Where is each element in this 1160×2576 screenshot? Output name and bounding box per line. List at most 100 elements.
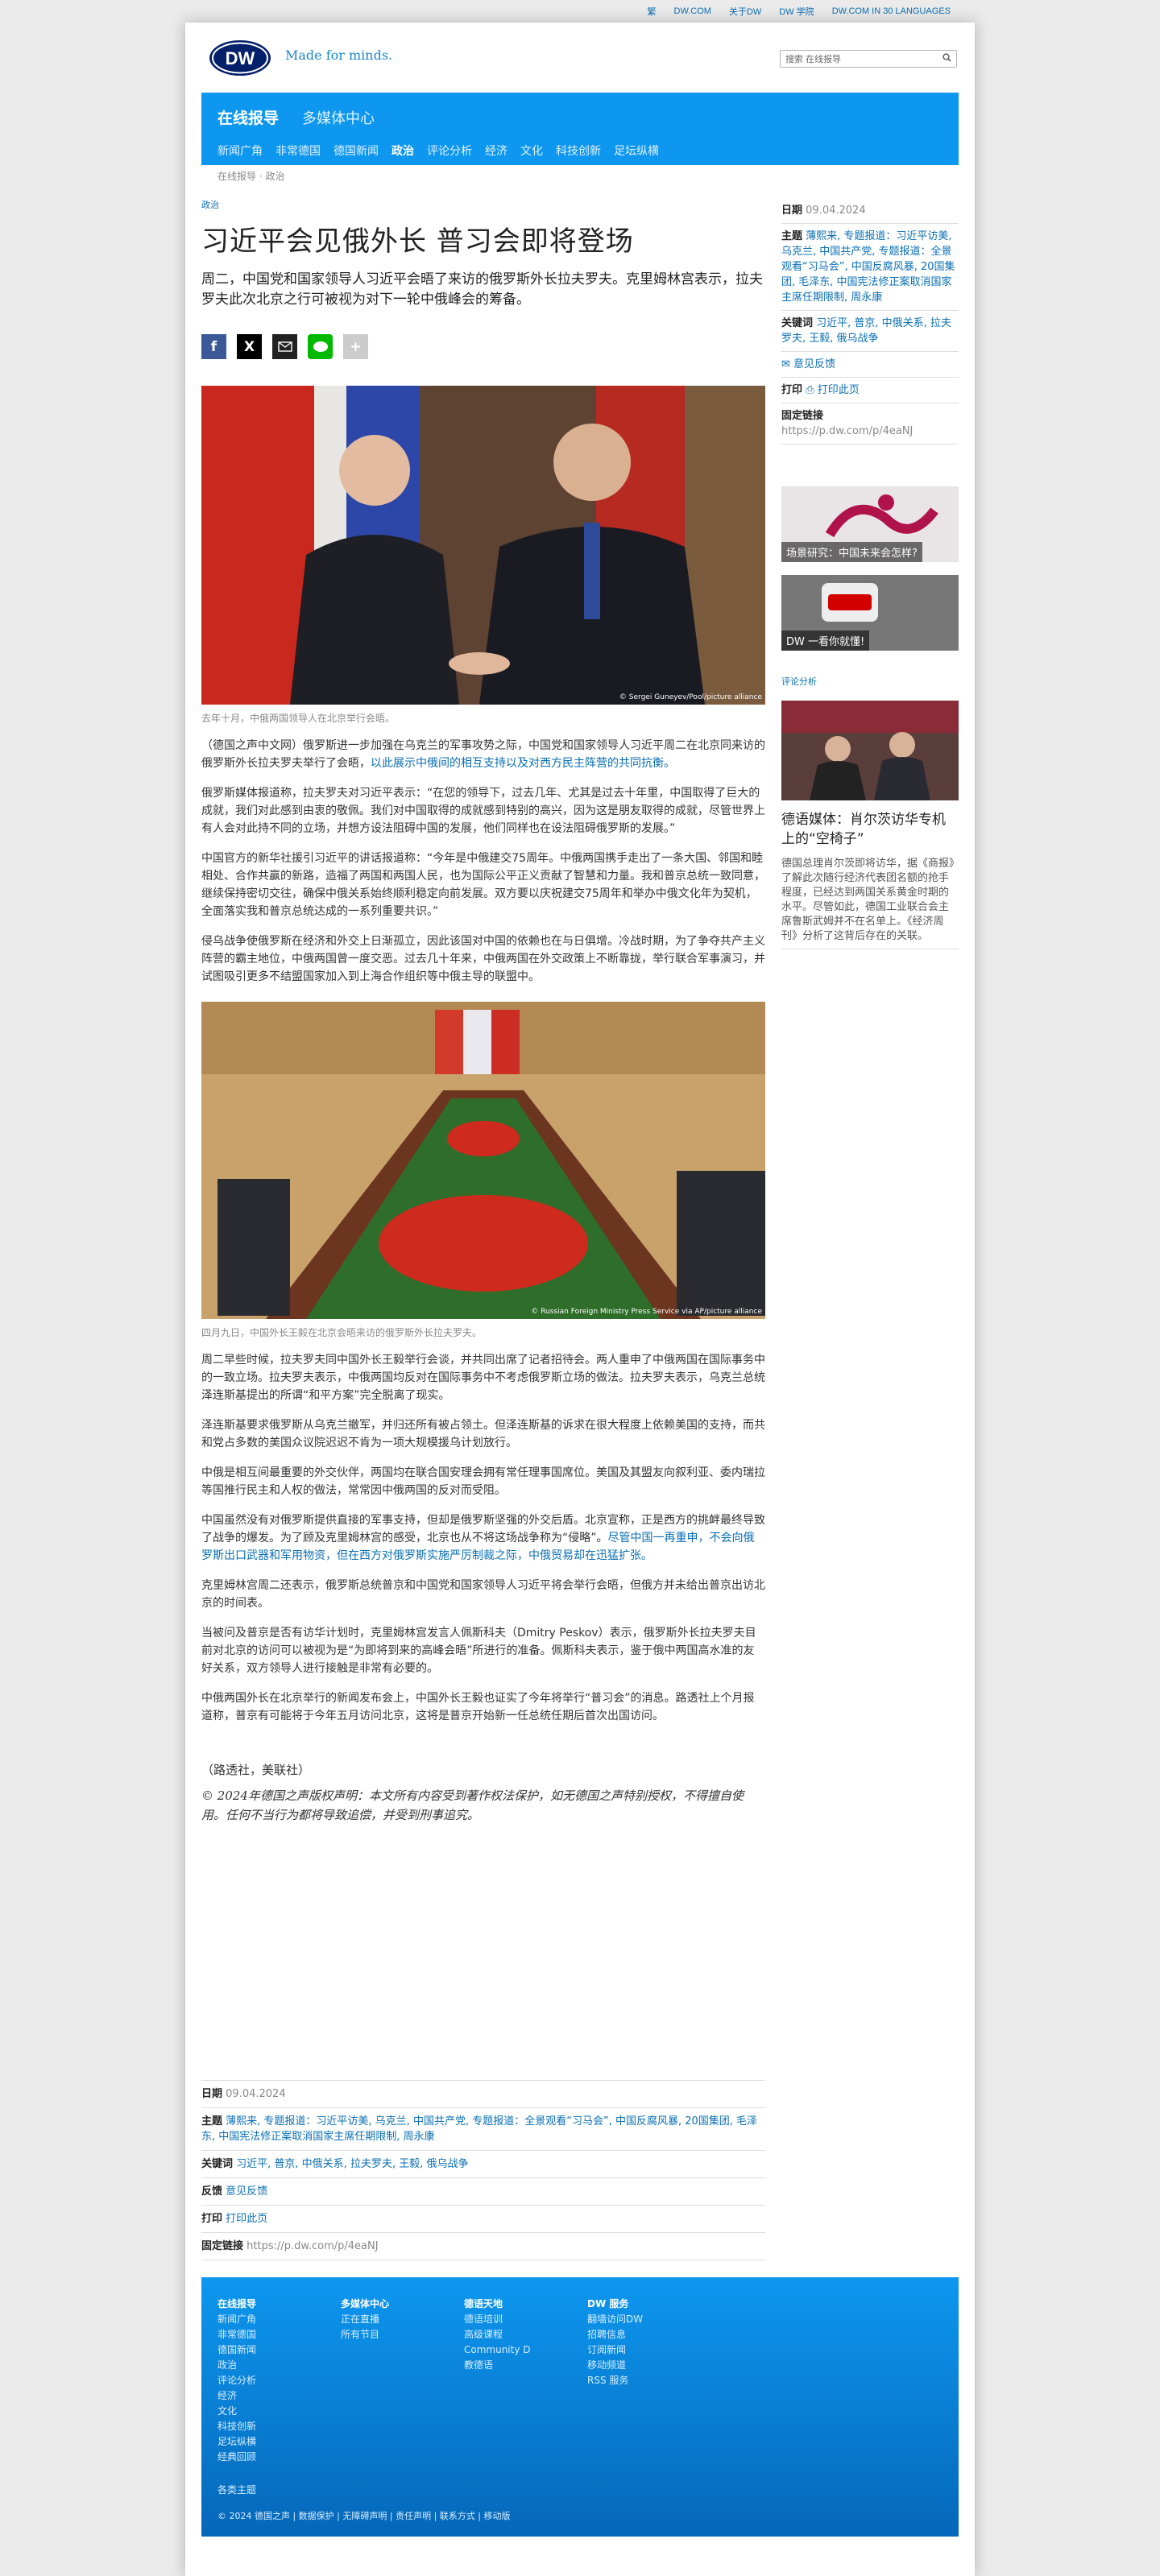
print-link[interactable]: 打印此页 [226, 2213, 267, 2225]
x-icon[interactable]: X [237, 334, 262, 359]
subnav-item[interactable]: 非常德国 [276, 143, 321, 159]
paragraph: （德国之声中文网）俄罗斯进一步加强在乌克兰的军事攻势之际，中国党和国家领导人习近… [201, 737, 765, 772]
footer-link[interactable]: 德语培训 [464, 2312, 531, 2327]
subnav-item[interactable]: 新闻广角 [218, 143, 263, 159]
copyright-notice: © 2024年德国之声版权声明：本文所有内容受到著作权法保护，如无德国之声特别授… [201, 1788, 744, 1822]
dw-logo[interactable]: DW [208, 39, 272, 77]
footer-link[interactable]: 科技创新 [218, 2419, 256, 2434]
nav-online-reports[interactable]: 在线报导 [218, 106, 279, 128]
dw-com-link[interactable]: DW.COM [674, 6, 711, 16]
footer-col-service: DW 服务 翻墙访问DW 招聘信息 订阅新闻 移动频道 RSS 服务 [587, 2297, 643, 2388]
side-permalink-value[interactable]: https://p.dw.com/p/4eaNJ [781, 425, 913, 437]
paragraph: 当被问及普京是否有访华计划时，克里姆林宫发言人佩斯科夫（Dmitry Pesko… [201, 1627, 756, 1675]
footer-link[interactable]: 新闻广角 [218, 2312, 256, 2327]
top-utility-bar: 繁 DW.COM 关于DW DW 学院 DW.COM IN 30 LANGUAG… [185, 0, 959, 23]
share-bar: f X + [201, 334, 765, 359]
footer-link[interactable]: 正在直播 [341, 2312, 389, 2327]
svg-text:DW: DW [226, 48, 255, 68]
paragraph: 周二早些时候，拉夫罗夫同中国外长王毅举行会谈，并共同出席了记者招待会。两人重申了… [201, 1354, 765, 1402]
permalink-value[interactable]: https://p.dw.com/p/4eaNJ [246, 2240, 378, 2252]
footer-link[interactable]: 评论分析 [218, 2373, 256, 2388]
subnav-item[interactable]: 评论分析 [427, 143, 472, 159]
facebook-icon[interactable]: f [201, 334, 226, 359]
dw-academy-link[interactable]: DW 学院 [779, 5, 814, 18]
footer-link[interactable]: 招聘信息 [587, 2327, 643, 2342]
photo-credit: © Russian Foreign Ministry Press Service… [531, 1308, 762, 1316]
thumb-label: 场景研究：中国未来会怎样? [781, 542, 922, 562]
footer-col-multimedia: 多媒体中心 正在直播 所有节目 [341, 2297, 389, 2342]
photo-caption: 去年十月，中俄两国领导人在北京举行会晤。 [201, 713, 396, 724]
main-nav: 在线报导 多媒体中心 新闻广角 非常德国 德国新闻 政治 评论分析 经济 文化 … [201, 93, 959, 165]
plus-icon[interactable]: + [343, 334, 368, 359]
subnav-item[interactable]: 科技创新 [556, 143, 601, 159]
lang-traditional-link[interactable]: 繁 [648, 5, 657, 18]
meta-keywords: 关键词 习近平, 普京, 中俄关系, 拉夫罗夫, 王毅, 俄乌战争 [201, 2150, 765, 2177]
footer-link[interactable]: 经典回顾 [218, 2450, 256, 2465]
footer-link[interactable]: 非常德国 [218, 2327, 256, 2342]
footer-link[interactable]: 教德语 [464, 2358, 531, 2373]
line-icon[interactable] [308, 334, 333, 359]
footer-link[interactable]: 足坛纵横 [218, 2434, 256, 2450]
sidebar: 日期 09.04.2024 主题 薄熙来, 专题报道：习近平访美, 乌克兰, 中… [781, 198, 959, 949]
paragraph: 克里姆林宫周二还表示，俄罗斯总统普京和中国党和国家领导人习近平将会举行会晤，但俄… [201, 1579, 765, 1610]
feedback-link[interactable]: 意见反馈 [226, 2185, 267, 2198]
search-input[interactable]: 搜索 在线报导 [780, 50, 957, 68]
article-body: （德国之声中文网）俄罗斯进一步加强在乌克兰的军事攻势之际，中国党和国家领导人习近… [201, 737, 765, 986]
paragraph: 泽连斯基要求俄罗斯从乌克兰撤军，并归还所有被占领土。但泽连斯基的诉求在很大程度上… [201, 1419, 765, 1449]
inline-link[interactable]: 以此展示中俄间的相互支持以及对西方民主阵营的共同抗衡。 [371, 757, 675, 770]
footer-link[interactable]: 翻墙访问DW [587, 2312, 643, 2327]
paragraph: 中俄两国外长在北京举行的新闻发布会上，中国外长王毅也证实了今年将举行“普习会”的… [201, 1692, 755, 1722]
footer-link[interactable]: 经济 [218, 2388, 256, 2404]
subnav-item[interactable]: 文化 [520, 143, 543, 159]
footer-link[interactable]: 移动频道 [587, 2358, 643, 2373]
footer-link[interactable]: 高级课程 [464, 2327, 531, 2342]
article-category[interactable]: 政治 [201, 198, 765, 211]
footer-link[interactable]: 文化 [218, 2404, 256, 2419]
footer-link[interactable]: Community D [464, 2342, 531, 2358]
side-topic-links[interactable]: 薄熙来, 专题报道：习近平访美, 乌克兰, 中国共产党, 专题报道：全景观看“习… [781, 230, 955, 304]
footer-col-online: 在线报导 新闻广角 非常德国 德国新闻 政治 评论分析 经济 文化 科技创新 足… [218, 2297, 256, 2498]
thumb-dw-explained[interactable]: DW 一看你就懂! [781, 575, 959, 651]
photo-meeting: © Russian Foreign Ministry Press Service… [201, 1002, 765, 1319]
side-feedback-link[interactable]: 意见反馈 [793, 358, 835, 370]
topic-links[interactable]: 薄熙来, 专题报道：习近平访美, 乌克兰, 中国共产党, 专题报道：全景观看“习… [201, 2115, 757, 2143]
languages-link[interactable]: DW.COM IN 30 LANGUAGES [832, 6, 951, 16]
article-meta: 日期 09.04.2024 主题 薄熙来, 专题报道：习近平访美, 乌克兰, 中… [201, 2080, 765, 2260]
article: 政治 习近平会见俄外长 普习会即将登场 周二，中国党和国家领导人习近平会晤了来访… [201, 198, 765, 1825]
slogan: Made for minds. [285, 48, 393, 63]
side-date: 日期 09.04.2024 [781, 205, 866, 217]
analysis-label[interactable]: 评论分析 [781, 675, 959, 688]
subnav-item[interactable]: 德国新闻 [334, 143, 379, 159]
subnav-item[interactable]: 足坛纵横 [614, 143, 659, 159]
subnav-item[interactable]: 经济 [485, 143, 508, 159]
meta-permalink: 固定链接 https://p.dw.com/p/4eaNJ [201, 2232, 765, 2260]
footer-link[interactable]: 政治 [218, 2358, 256, 2373]
search-placeholder: 搜索 在线报导 [785, 55, 842, 64]
footer-topics-link[interactable]: 各类主题 [218, 2483, 256, 2498]
email-icon[interactable] [272, 334, 297, 359]
footer-link[interactable]: 订阅新闻 [587, 2342, 643, 2358]
nav-multimedia[interactable]: 多媒体中心 [302, 107, 375, 128]
footer-link[interactable]: RSS 服务 [587, 2373, 643, 2388]
paragraph: 中国虽然没有对俄罗斯提供直接的军事支持，但却是俄罗斯坚强的外交后盾。北京宣称，正… [201, 1511, 765, 1565]
footer-bottom-links[interactable]: © 2024 德国之声 | 数据保护 | 无障碍声明 | 责任声明 | 联系方式… [218, 2509, 510, 2522]
photo-credit: © Sergei Guneyev/Pool/picture alliance [619, 693, 762, 701]
side-print: 打印 ⎙ 打印此页 [781, 377, 959, 403]
thumb-future-china[interactable]: 场景研究：中国未来会怎样? [781, 486, 959, 562]
side-print-link[interactable]: 打印此页 [818, 384, 860, 396]
analysis-title[interactable]: 德语媒体：肖尔茨访华专机上的“空椅子” [781, 810, 959, 849]
footer-link[interactable]: 德国新闻 [218, 2342, 256, 2358]
side-keywords: 关键词 习近平, 普京, 中俄关系, 拉夫罗夫, 王毅, 俄乌战争 [781, 310, 959, 351]
subnav-item-active[interactable]: 政治 [392, 143, 414, 159]
about-dw-link[interactable]: 关于DW [729, 5, 761, 18]
analysis-image[interactable] [781, 701, 959, 800]
breadcrumb[interactable]: 在线报导 · 政治 [218, 169, 284, 183]
keyword-links[interactable]: 习近平, 普京, 中俄关系, 拉夫罗夫, 王毅, 俄乌战争 [236, 2158, 468, 2170]
feedback-icon: ✉ [781, 358, 790, 370]
footer-link[interactable]: 所有节目 [341, 2327, 389, 2342]
paragraph: 中俄是相互间最重要的外交伙伴，两国均在联合国安理会拥有常任理事国席位。美国及其盟… [201, 1466, 765, 1497]
search-icon[interactable] [942, 53, 951, 64]
footer-col-german: 德语天地 德语培训 高级课程 Community D 教德语 [464, 2297, 531, 2373]
paragraph: 侵乌战争使俄罗斯在经济和外交上日渐孤立，因此该国对中国的依赖也在与日俱增。冷战时… [201, 935, 765, 983]
paragraph: 中国官方的新华社援引习近平的讲话报道称：“今年是中俄建交75周年。中俄两国携手走… [201, 852, 765, 918]
